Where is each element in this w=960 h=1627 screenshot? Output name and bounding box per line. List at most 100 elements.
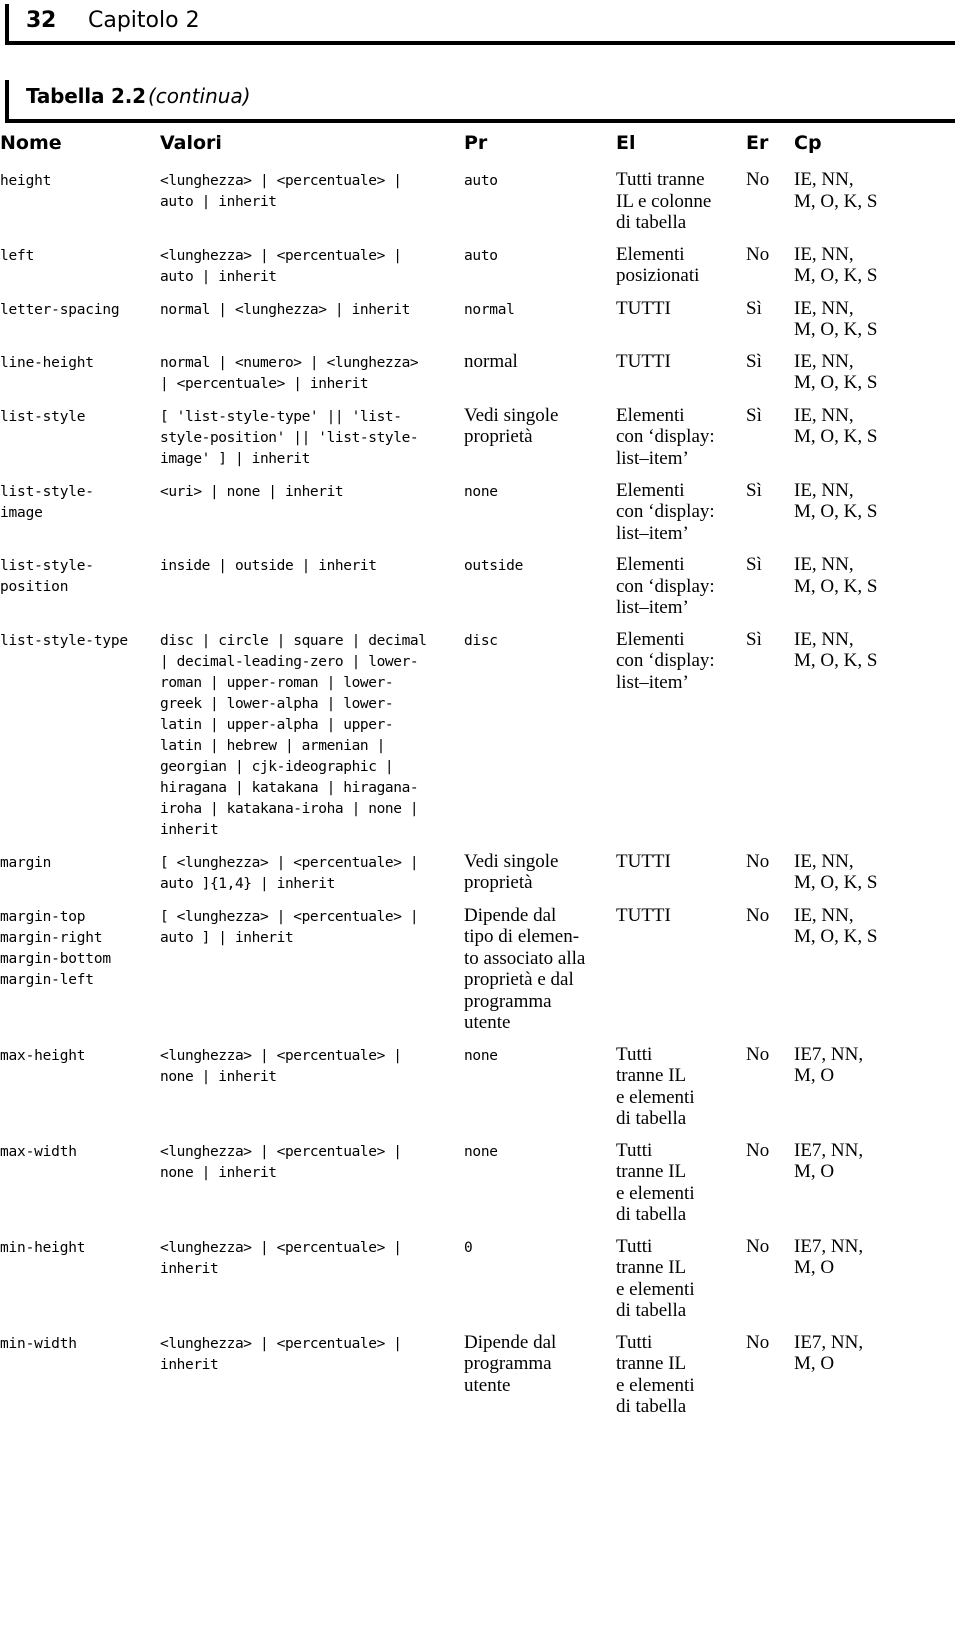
cell-applies-to: Tutti tranne IL e elementi di tabella	[616, 1043, 695, 1130]
cell-applies-to: TUTTI	[616, 297, 671, 319]
cell-initial-value: none	[464, 1143, 498, 1160]
cell-property-name: max-height	[0, 1047, 86, 1064]
column-header-cp: Cp	[794, 132, 822, 154]
cell-property-values: <uri> | none | inherit	[160, 483, 344, 500]
cell-property-name: letter-spacing	[0, 301, 120, 318]
cell-property-name: list-style- image	[0, 483, 94, 521]
column-header-el: El	[616, 132, 636, 154]
cell-browser-support: IE, NN, M, O, K, S	[794, 479, 878, 523]
cell-inherited: Sì	[746, 404, 762, 426]
table-row: height <lunghezza> | <percentuale> | auto…	[0, 168, 960, 234]
cell-property-name: max-width	[0, 1143, 77, 1160]
cell-inherited: No	[746, 169, 770, 190]
cell-property-name: line-height	[0, 354, 94, 371]
cell-initial-value: none	[464, 1047, 498, 1064]
cell-applies-to: Elementi con ‘display: list–item’	[616, 404, 715, 469]
cell-inherited: No	[746, 1043, 770, 1065]
cell-inherited: Sì	[746, 628, 762, 650]
table-caption-continued: (continua)	[148, 84, 251, 108]
column-header-nome: Nome	[0, 132, 62, 154]
chapter-title: Capitolo 2	[88, 8, 200, 33]
cell-inherited: No	[746, 1235, 770, 1257]
cell-property-values: <lunghezza> | <percentuale> | inherit	[160, 1335, 402, 1373]
cell-initial-value: none	[464, 483, 498, 500]
css-properties-table: Nome Valori Pr El Er Cp height <lunghezza…	[0, 132, 960, 1427]
cell-inherited: No	[746, 243, 770, 265]
cell-property-name: min-height	[0, 1239, 86, 1256]
cell-applies-to: Elementi con ‘display: list–item’	[616, 554, 715, 618]
cell-inherited: Sì	[746, 479, 762, 501]
cell-initial-value: auto	[464, 173, 498, 189]
cell-browser-support: IE7, NN, M, O	[794, 1235, 864, 1279]
cell-applies-to: Tutti tranne IL e elementi di tabella	[616, 1139, 695, 1226]
cell-browser-support: IE, NN, M, O, K, S	[794, 904, 878, 948]
cell-property-name: height	[0, 173, 52, 189]
column-header-er: Er	[746, 132, 769, 154]
cell-browser-support: IE7, NN, M, O	[794, 1331, 864, 1375]
cell-property-name: list-style- position	[0, 558, 94, 595]
cell-initial-value: Dipende dal tipo di elemen- to associato…	[464, 904, 586, 1034]
column-header-pr: Pr	[464, 132, 488, 154]
cell-property-values: <lunghezza> | <percentuale> | auto | inh…	[160, 173, 402, 210]
table-row: max-height <lunghezza> | <percentuale> | …	[0, 1043, 960, 1130]
cell-applies-to: TUTTI	[616, 350, 671, 372]
cell-browser-support: IE, NN, M, O, K, S	[794, 628, 878, 672]
cell-property-values: inside | outside | inherit	[160, 558, 377, 574]
cell-applies-to: Elementi con ‘display: list–item’	[616, 628, 715, 693]
cell-browser-support: IE, NN, M, O, K, S	[794, 243, 878, 287]
cell-browser-support: IE, NN, M, O, K, S	[794, 350, 878, 394]
cell-initial-value: outside	[464, 558, 524, 574]
cell-property-name: margin	[0, 854, 52, 871]
cell-inherited: No	[746, 850, 770, 872]
cell-initial-value: disc	[464, 632, 498, 649]
cell-browser-support: IE, NN, M, O, K, S	[794, 850, 878, 894]
cell-inherited: No	[746, 904, 770, 926]
cell-property-name: min-width	[0, 1335, 77, 1352]
cell-applies-to: Tutti tranne IL e elementi di tabella	[616, 1235, 695, 1322]
cell-applies-to: Tutti tranne IL e elementi di tabella	[616, 1331, 695, 1418]
cell-browser-support: IE7, NN, M, O	[794, 1043, 864, 1087]
table-row: min-width <lunghezza> | <percentuale> | i…	[0, 1331, 960, 1418]
table-row: list-style- image <uri> | none | inherit n…	[0, 479, 960, 545]
cell-browser-support: IE7, NN, M, O	[794, 1139, 864, 1183]
cell-property-values: <lunghezza> | <percentuale> | none | inh…	[160, 1047, 402, 1085]
cell-initial-value: Vedi singole proprietà	[464, 850, 559, 894]
table-row: line-height normal | <numero> | <lunghezz…	[0, 350, 960, 395]
cell-initial-value: normal	[464, 301, 515, 318]
table-row: list-style- position inside | outside | i…	[0, 553, 960, 619]
cell-property-values: disc | circle | square | decimal | decim…	[160, 632, 427, 838]
running-head-vertical-rule	[5, 4, 9, 45]
cell-property-values: <lunghezza> | <percentuale> | inherit	[160, 1239, 402, 1277]
cell-browser-support: IE, NN, M, O, K, S	[794, 297, 878, 341]
caption-horizontal-rule	[5, 119, 955, 123]
cell-property-values: [ <lunghezza> | <percentuale> | auto ]{1…	[160, 854, 419, 892]
table-caption: Tabella 2.2 (continua)	[0, 80, 960, 126]
cell-applies-to: Elementi posizionati	[616, 243, 700, 287]
table-row: margin-top margin-right margin-bottom ma…	[0, 904, 960, 1034]
cell-inherited: No	[746, 1331, 770, 1353]
cell-property-values: <lunghezza> | <percentuale> | auto | inh…	[160, 247, 402, 285]
cell-property-values: normal | <numero> | <lunghezza> | <perce…	[160, 354, 419, 392]
table-row: margin [ <lunghezza> | <percentuale> | au…	[0, 850, 960, 895]
cell-inherited: Sì	[746, 350, 762, 372]
running-head-horizontal-rule	[5, 41, 955, 45]
cell-property-name: list-style-type	[0, 632, 128, 649]
cell-property-values: [ 'list-style-type' || 'list- style-posi…	[160, 408, 419, 467]
cell-initial-value: auto	[464, 247, 498, 264]
cell-browser-support: IE, NN, M, O, K, S	[794, 404, 878, 448]
table-row: letter-spacing normal | <lunghezza> | inh…	[0, 297, 960, 341]
caption-vertical-rule	[5, 80, 9, 123]
cell-applies-to: TUTTI	[616, 904, 671, 926]
table-caption-label: Tabella 2.2	[26, 84, 146, 108]
table-body: height <lunghezza> | <percentuale> | auto…	[0, 168, 960, 1418]
cell-applies-to: Elementi con ‘display: list–item’	[616, 479, 715, 544]
column-header-valori: Valori	[160, 132, 222, 154]
table-row: min-height <lunghezza> | <percentuale> | …	[0, 1235, 960, 1322]
cell-browser-support: IE, NN, M, O, K, S	[794, 169, 878, 212]
table-row: left <lunghezza> | <percentuale> | auto |…	[0, 243, 960, 288]
cell-property-values: <lunghezza> | <percentuale> | none | inh…	[160, 1143, 402, 1181]
cell-property-values: normal | <lunghezza> | inherit	[160, 301, 410, 318]
table-row: max-width <lunghezza> | <percentuale> | n…	[0, 1139, 960, 1226]
cell-property-name: margin-top margin-right margin-bottom ma…	[0, 908, 111, 988]
cell-property-name: list-style	[0, 408, 86, 425]
